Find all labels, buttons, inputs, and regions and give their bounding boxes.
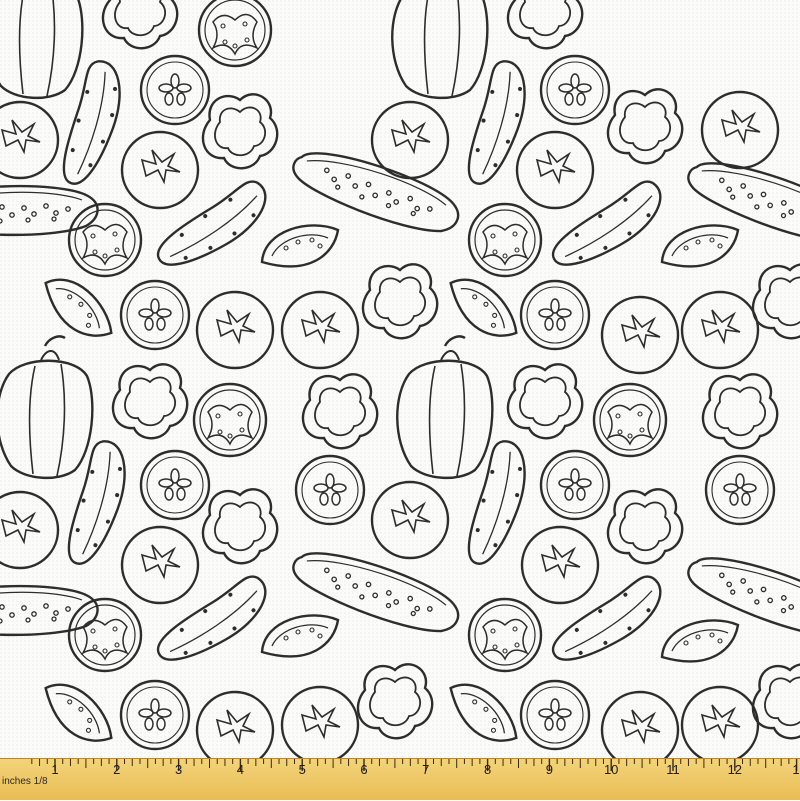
tomato-illustration bbox=[120, 130, 200, 210]
pepper-ring-illustration bbox=[606, 88, 684, 165]
tomato-illustration bbox=[680, 685, 760, 758]
tomato-illustration bbox=[280, 685, 360, 758]
tomato-slice-illustration bbox=[592, 382, 668, 458]
cucumber-slice-illustration bbox=[539, 54, 611, 126]
tomato-illustration bbox=[195, 690, 275, 758]
pepper-ring-illustration bbox=[506, 363, 584, 440]
tomato-illustration bbox=[370, 480, 450, 560]
tomato-slice-illustration bbox=[467, 202, 543, 278]
ruler-number: 5 bbox=[298, 762, 306, 777]
tomato-slice-illustration bbox=[192, 382, 268, 458]
pickle-illustration bbox=[461, 57, 536, 192]
cucumber-slice-illustration bbox=[704, 454, 776, 526]
pepper-ring-illustration bbox=[751, 663, 800, 740]
cucumber-illustration bbox=[680, 147, 800, 255]
tomato-slice-illustration bbox=[67, 202, 143, 278]
tomato-illustration bbox=[600, 295, 680, 375]
bell-pepper-illustration bbox=[0, 335, 94, 480]
pepper-ring-illustration bbox=[111, 363, 189, 440]
cucumber-slice-illustration bbox=[139, 449, 211, 521]
tomato-wedge-illustration bbox=[260, 224, 340, 268]
pepper-ring-illustration bbox=[606, 488, 684, 565]
tomato-illustration bbox=[280, 290, 360, 370]
ruler-number: 3 bbox=[174, 762, 183, 777]
tomato-slice-illustration bbox=[467, 597, 543, 673]
pickle-illustration bbox=[56, 57, 131, 192]
bell-pepper-illustration bbox=[396, 335, 494, 480]
tomato-illustration bbox=[0, 100, 60, 180]
pickle-illustration bbox=[150, 569, 279, 678]
pickle-illustration bbox=[545, 569, 674, 678]
tomato-slice-illustration bbox=[197, 0, 273, 68]
tomato-illustration bbox=[680, 290, 760, 370]
ruler-number: 11 bbox=[666, 762, 680, 777]
tomato-illustration bbox=[600, 690, 680, 758]
pepper-ring-illustration bbox=[101, 0, 179, 50]
tomato-illustration bbox=[0, 490, 60, 570]
ruler-number: 4 bbox=[236, 762, 245, 777]
ruler-number: 2 bbox=[113, 762, 121, 777]
measuring-ruler: inches 1/8 1 2 3 4 5 6 7 8 9 10 11 12 1 bbox=[0, 758, 800, 800]
ruler-number: 1 bbox=[51, 762, 59, 777]
vegetable-illustrations bbox=[0, 0, 800, 758]
cucumber-slice-illustration bbox=[519, 279, 591, 351]
bell-pepper-illustration bbox=[0, 0, 84, 100]
cucumber-slice-illustration bbox=[139, 54, 211, 126]
tomato-illustration bbox=[195, 290, 275, 370]
pepper-ring-illustration bbox=[201, 488, 279, 565]
pepper-ring-illustration bbox=[301, 373, 379, 450]
cucumber-illustration bbox=[680, 542, 800, 650]
cucumber-illustration bbox=[285, 537, 467, 645]
tomato-wedge-illustration bbox=[445, 668, 522, 758]
cucumber-slice-illustration bbox=[539, 449, 611, 521]
tomato-illustration bbox=[700, 90, 780, 170]
pepper-ring-illustration bbox=[506, 0, 584, 50]
cucumber-slice-illustration bbox=[519, 679, 591, 751]
cucumber-slice-illustration bbox=[119, 279, 191, 351]
tomato-illustration bbox=[515, 130, 595, 210]
ruler-number: 7 bbox=[422, 762, 430, 777]
pepper-ring-illustration bbox=[751, 263, 800, 340]
tomato-slice-illustration bbox=[67, 597, 143, 673]
ruler-number: 1 bbox=[792, 762, 800, 777]
bell-pepper-illustration bbox=[391, 0, 489, 100]
pickle-illustration bbox=[545, 174, 674, 283]
cucumber-slice-illustration bbox=[119, 679, 191, 751]
tomato-wedge-illustration bbox=[445, 263, 522, 353]
tomato-illustration bbox=[120, 525, 200, 605]
pepper-ring-illustration bbox=[361, 263, 439, 340]
ruler-number: 10 bbox=[603, 762, 619, 777]
ruler-number: 8 bbox=[483, 762, 492, 777]
ruler-number: 9 bbox=[545, 762, 554, 777]
pepper-ring-illustration bbox=[356, 663, 434, 740]
ruler-unit-label: inches 1/8 bbox=[2, 776, 48, 787]
pepper-ring-illustration bbox=[201, 93, 279, 170]
tomato-wedge-illustration bbox=[660, 619, 740, 663]
vegetable-fabric-pattern bbox=[0, 0, 800, 758]
tomato-illustration bbox=[520, 525, 600, 605]
tomato-wedge-illustration bbox=[40, 668, 117, 758]
pickle-illustration bbox=[150, 174, 279, 283]
tomato-wedge-illustration bbox=[660, 224, 740, 268]
cucumber-slice-illustration bbox=[294, 454, 366, 526]
pepper-ring-illustration bbox=[701, 373, 779, 450]
ruler-number: 6 bbox=[360, 762, 368, 777]
tomato-wedge-illustration bbox=[260, 614, 340, 658]
ruler-number: 12 bbox=[727, 762, 743, 777]
